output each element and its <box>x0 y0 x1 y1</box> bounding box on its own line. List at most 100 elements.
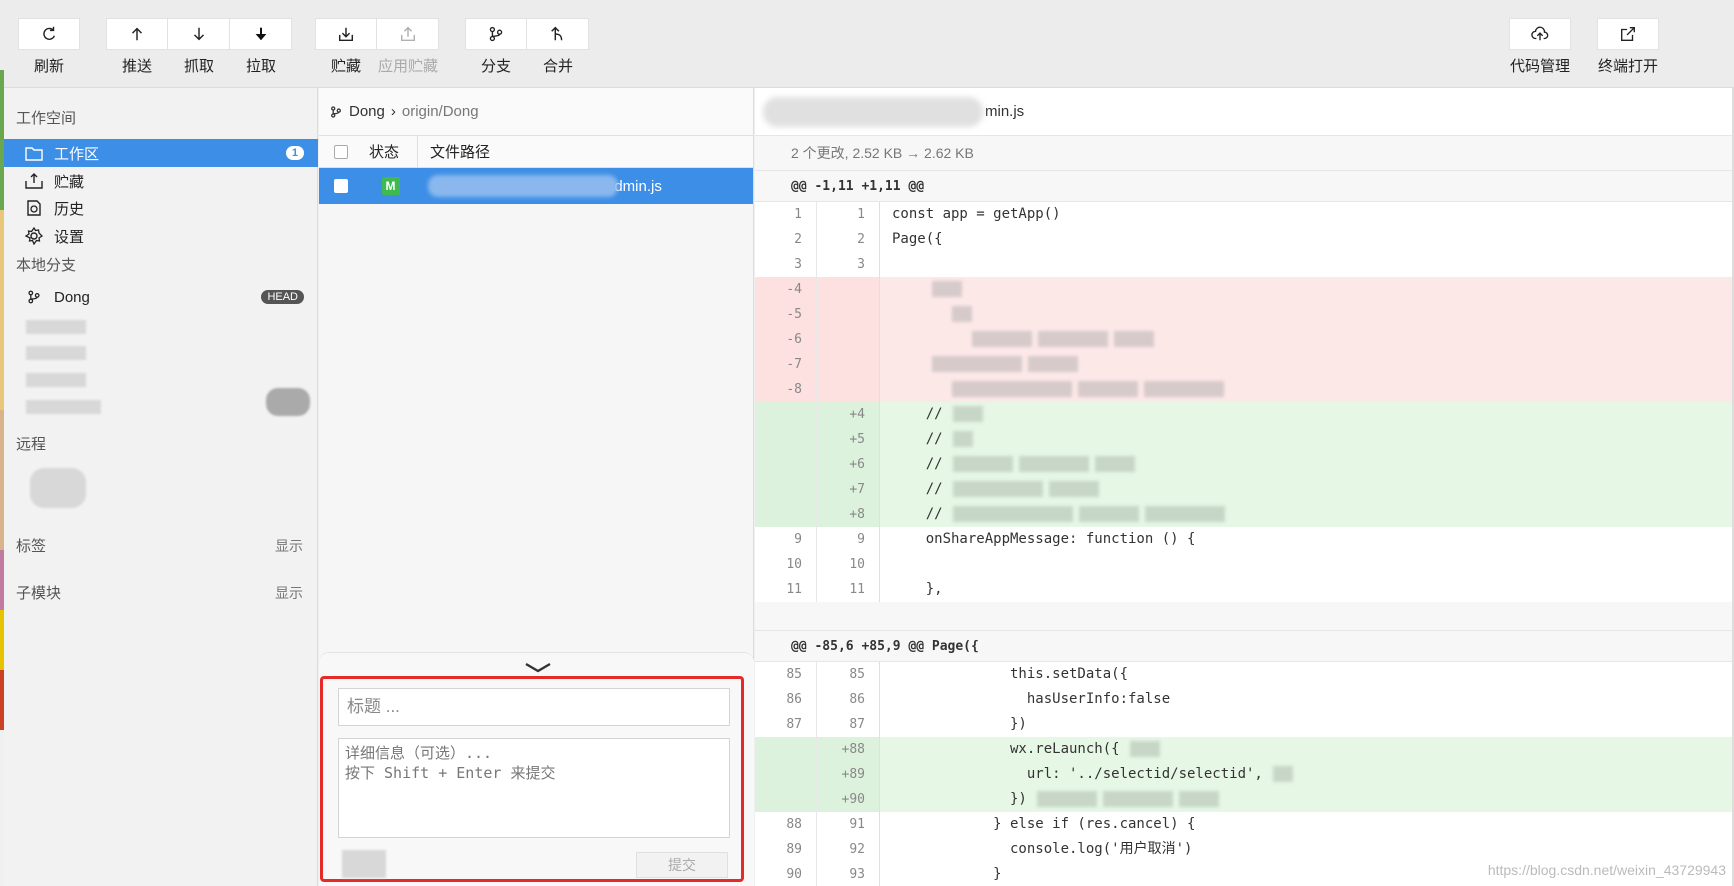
new-line-number: 3 <box>817 252 880 277</box>
old-line-number: 3 <box>755 252 817 277</box>
old-line-number: -4 <box>755 277 817 302</box>
new-line-number <box>817 327 880 352</box>
code-content: } <box>892 866 1002 882</box>
redacted-code <box>1178 791 1219 807</box>
branch-button[interactable]: 分支 <box>465 18 527 80</box>
merge-button[interactable]: 合并 <box>527 18 589 80</box>
file-row[interactable]: M admin.js <box>319 168 753 204</box>
new-line-number <box>817 277 880 302</box>
new-line-number: 91 <box>817 812 880 837</box>
sidebar: 工作空间 工作区 1 贮藏 历史 设置 本地分支 Dong HEAD 远程 标签… <box>4 88 318 886</box>
code-text: hasUserInfo:false <box>880 687 1170 712</box>
terminal-group: 终端打开 <box>1593 18 1663 80</box>
fetch-label: 抓取 <box>183 58 214 75</box>
commit-title-input[interactable] <box>338 688 730 726</box>
redacted-code <box>1144 381 1224 397</box>
pull-icon <box>230 18 292 50</box>
stash-button[interactable]: 贮藏 <box>315 18 377 80</box>
context-line: 1 1 const app = getApp() <box>755 202 1734 227</box>
code-text: } <box>880 862 1002 886</box>
code-text: wx.reLaunch({ <box>880 737 1166 762</box>
code-text: // <box>880 402 989 427</box>
old-line-number <box>755 477 817 502</box>
new-line-number <box>817 302 880 327</box>
redacted-code <box>952 456 1013 472</box>
sidebar-item-settings[interactable]: 设置 <box>4 222 318 250</box>
code-content: Page({ <box>892 231 943 247</box>
refresh-label: 刷新 <box>33 58 64 75</box>
branch-item-dong[interactable]: Dong HEAD <box>4 283 318 311</box>
code-management-label: 代码管理 <box>1509 58 1570 75</box>
code-management-group: 代码管理 <box>1505 18 1575 80</box>
code-text: this.setData({ <box>880 662 1128 687</box>
old-line-number <box>755 427 817 452</box>
folder-icon <box>24 143 44 163</box>
open-terminal-label: 终端打开 <box>1597 58 1658 75</box>
added-line: +8 // <box>755 502 1734 527</box>
diff-panel: min.js 2 个更改, 2.52 KB → 2.62 KB @@ -1,11… <box>755 88 1734 886</box>
new-line-number: +90 <box>817 787 880 812</box>
old-line-number: -5 <box>755 302 817 327</box>
refresh-button[interactable]: 刷新 <box>18 18 80 80</box>
removed-line: -6 <box>755 327 1734 352</box>
code-management-button[interactable]: 代码管理 <box>1505 18 1575 80</box>
sync-group: 推送 抓取 拉取 <box>106 18 292 80</box>
sidebar-item-history[interactable]: 历史 <box>4 194 318 222</box>
code-text: }, <box>880 577 943 602</box>
sidebar-item-workspace[interactable]: 工作区 1 <box>4 139 318 167</box>
redacted-code <box>972 331 1032 347</box>
gear-icon <box>24 226 44 246</box>
context-line: 2 2 Page({ <box>755 227 1734 252</box>
tags-show-toggle[interactable]: 显示 <box>275 536 303 556</box>
submodules-section-title: 子模块 <box>16 585 62 602</box>
context-line: 10 10 <box>755 552 1734 577</box>
sidebar-item-label: 贮藏 <box>54 173 85 191</box>
context-line: 99 onShareAppMessage: function () { <box>755 527 1734 552</box>
new-line-number: 86 <box>817 687 880 712</box>
code-content: }) <box>892 791 1027 807</box>
commit-detail-input[interactable] <box>338 738 730 838</box>
hunk-header: @@ -1,11 +1,11 @@ <box>755 170 1734 202</box>
sidebar-item-stash[interactable]: 贮藏 <box>4 167 318 195</box>
commit-submit-button[interactable]: 提交 <box>636 852 728 878</box>
toolbar: 刷新 推送 抓取 拉取 贮藏 应用贮藏 分支 合并 代码管理 终端打开 <box>0 0 1734 88</box>
redacted-branch <box>26 320 86 334</box>
redacted-code <box>1114 331 1154 347</box>
redacted-code <box>1144 506 1225 522</box>
code-content: } else if (res.cancel) { <box>892 816 1196 832</box>
pull-button[interactable]: 拉取 <box>230 18 292 80</box>
new-line-number: +5 <box>817 427 880 452</box>
sidebar-item-label: 设置 <box>54 228 85 246</box>
diff-summary: 2 个更改, 2.52 KB → 2.62 KB <box>755 136 1734 170</box>
push-icon <box>106 18 168 50</box>
hunk-lines: 85 85 this.setData({86 86 hasUserInfo:fals… <box>755 662 1734 886</box>
code-content: // <box>892 406 943 422</box>
added-line: +6 // <box>755 452 1734 477</box>
redacted-code <box>952 431 973 447</box>
file-checkbox[interactable] <box>334 179 348 193</box>
old-line-number: 10 <box>755 552 817 577</box>
apply-stash-icon <box>377 18 439 50</box>
push-label: 推送 <box>121 58 152 75</box>
head-badge: HEAD <box>261 290 304 304</box>
watermark: https://blog.csdn.net/weixin_43729943 <box>1487 862 1726 878</box>
branch-breadcrumb: Dong › origin/Dong <box>319 88 753 136</box>
modified-status-badge: M <box>381 177 400 195</box>
apply-stash-button[interactable]: 应用贮藏 <box>377 18 439 80</box>
old-line-number <box>755 502 817 527</box>
open-terminal-button[interactable]: 终端打开 <box>1593 18 1663 80</box>
code-text <box>880 327 1160 352</box>
fetch-button[interactable]: 抓取 <box>168 18 230 80</box>
push-button[interactable]: 推送 <box>106 18 168 80</box>
submodules-show-toggle[interactable]: 显示 <box>275 583 303 603</box>
old-line-number: 86 <box>755 687 817 712</box>
select-all-checkbox[interactable] <box>334 144 348 159</box>
hunk-header: @@ -85,6 +85,9 @@ Page({ <box>755 630 1734 662</box>
refresh-group: 刷新 <box>18 18 80 80</box>
redacted-code <box>1272 766 1293 782</box>
old-line-number <box>755 737 817 762</box>
redacted-code <box>1028 356 1078 372</box>
branch-label: 分支 <box>480 58 511 75</box>
